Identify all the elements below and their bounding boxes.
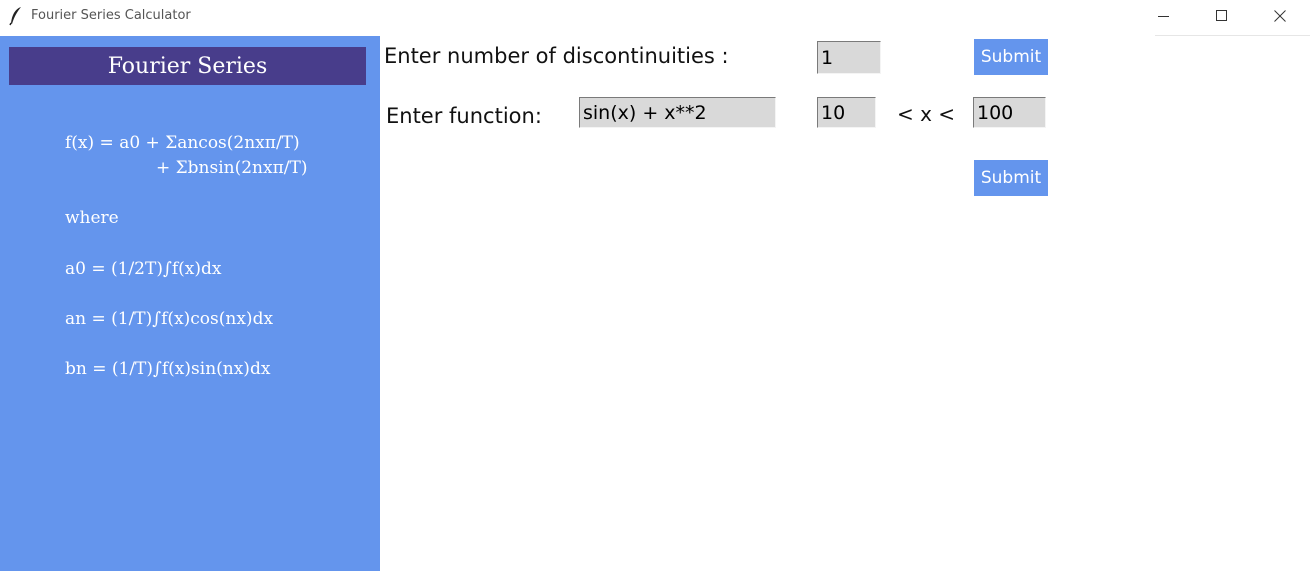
title-bar: Fourier Series Calculator	[0, 0, 1310, 36]
panel-title: Fourier Series	[9, 47, 366, 85]
lower-bound-input[interactable]	[817, 97, 876, 128]
maximize-button[interactable]	[1193, 0, 1251, 33]
submit-function-button[interactable]: Submit	[974, 160, 1048, 196]
range-label: < x <	[897, 102, 956, 126]
feather-icon	[9, 6, 23, 26]
submit-discontinuities-button[interactable]: Submit	[974, 39, 1048, 75]
where-text: where	[65, 208, 119, 228]
minimize-icon	[1158, 7, 1170, 26]
function-label: Enter function:	[386, 104, 542, 128]
fourier-formula-line2: + Σbnsin(2nxπ/T)	[156, 158, 308, 178]
an-formula: an = (1/T)∫f(x)cos(nx)dx	[65, 309, 274, 329]
function-input[interactable]	[579, 97, 776, 128]
a0-formula: a0 = (1/2T)∫f(x)dx	[65, 259, 222, 279]
formula-panel: Fourier Series f(x) = a0 + Σancos(2nxπ/T…	[0, 36, 380, 571]
close-button[interactable]	[1251, 0, 1309, 33]
close-icon	[1274, 7, 1286, 26]
window-title: Fourier Series Calculator	[31, 8, 191, 23]
discontinuities-input[interactable]	[817, 41, 881, 74]
app-window: Fourier Series Calculator Fourier Series…	[0, 0, 1310, 571]
maximize-icon	[1216, 7, 1228, 26]
minimize-button[interactable]	[1135, 0, 1193, 33]
titlebar-divider	[1155, 35, 1310, 36]
discontinuities-label: Enter number of discontinuities :	[384, 44, 729, 68]
fourier-formula-line1: f(x) = a0 + Σancos(2nxπ/T)	[65, 133, 300, 153]
upper-bound-input[interactable]	[973, 97, 1046, 128]
bn-formula: bn = (1/T)∫f(x)sin(nx)dx	[65, 359, 271, 379]
